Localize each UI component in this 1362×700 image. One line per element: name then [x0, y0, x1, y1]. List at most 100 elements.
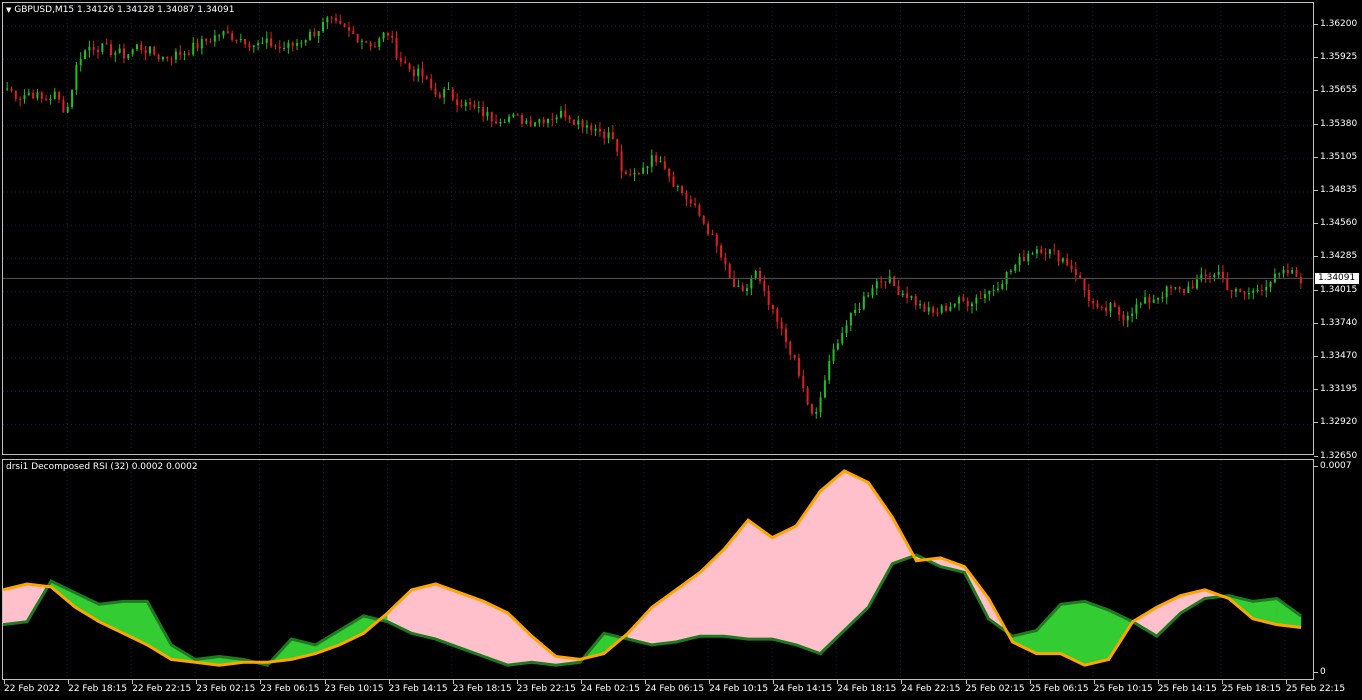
- candle-body: [495, 121, 498, 124]
- price-chart-pane[interactable]: [2, 2, 1314, 455]
- candle: [776, 307, 779, 329]
- candle-body: [53, 91, 56, 99]
- candle-body: [862, 296, 865, 309]
- candle: [313, 28, 316, 38]
- candle: [187, 50, 190, 57]
- candle-body: [910, 296, 913, 298]
- indicator-pane[interactable]: [2, 459, 1314, 680]
- candle: [261, 37, 264, 44]
- candle: [209, 38, 212, 44]
- fill-down-segment: [1036, 603, 1061, 654]
- candle-body: [815, 412, 818, 414]
- time-axis-tick: 24 Feb 18:15: [837, 680, 897, 694]
- candle-body: [356, 33, 359, 42]
- candle-body: [642, 168, 645, 174]
- candle: [616, 138, 619, 157]
- candle-body: [1239, 289, 1242, 293]
- candle-body: [1299, 276, 1302, 284]
- candle-body: [737, 285, 740, 287]
- candle-body: [733, 277, 736, 287]
- candle: [694, 197, 697, 208]
- price-scale-tick: 1.32920: [1313, 417, 1358, 428]
- candle: [823, 375, 826, 399]
- fill-up-segment: [820, 470, 845, 655]
- candle-body: [265, 38, 268, 43]
- candle-body: [975, 297, 978, 304]
- candle-body: [1152, 299, 1155, 303]
- time-axis-tick: 22 Feb 22:15: [132, 680, 192, 694]
- candle-body: [1014, 265, 1017, 271]
- candle: [347, 21, 350, 38]
- candle-body: [1105, 307, 1108, 312]
- candle-body: [174, 51, 177, 60]
- candle: [983, 289, 986, 304]
- candle: [1009, 269, 1012, 275]
- fill-up-segment: [844, 470, 869, 631]
- candle-body: [802, 375, 805, 389]
- candle-body: [291, 42, 294, 46]
- candle: [854, 303, 857, 316]
- candle-body: [559, 110, 562, 118]
- candle: [655, 151, 658, 166]
- candle: [309, 29, 312, 41]
- candle: [633, 168, 636, 182]
- candle: [681, 185, 684, 196]
- candle: [845, 320, 848, 338]
- candle-body: [127, 54, 130, 59]
- candle: [49, 94, 52, 105]
- candle: [1226, 272, 1229, 291]
- candle-body: [521, 115, 524, 124]
- candle: [659, 156, 662, 163]
- candle: [148, 45, 151, 56]
- candle: [542, 116, 545, 127]
- candle: [836, 339, 839, 351]
- triangle-down-icon[interactable]: ▼: [6, 6, 11, 14]
- candle-body: [425, 76, 428, 79]
- candle-body: [166, 57, 169, 59]
- candle: [144, 46, 147, 61]
- candle-body: [14, 90, 17, 99]
- candle: [425, 74, 428, 80]
- candle: [806, 385, 809, 406]
- candle: [953, 303, 956, 309]
- candle-body: [244, 38, 247, 45]
- fill-areas: [3, 470, 1302, 666]
- candle: [460, 99, 463, 108]
- candle-body: [1260, 290, 1263, 292]
- candle-body: [971, 303, 974, 307]
- candle: [456, 93, 459, 113]
- candle-body: [577, 120, 580, 125]
- candle: [283, 41, 286, 52]
- candle-body: [1092, 301, 1095, 304]
- candle-body: [1118, 307, 1121, 315]
- candle-body: [469, 102, 472, 105]
- candle-body: [867, 295, 870, 297]
- candle-body: [6, 88, 9, 90]
- candle: [711, 229, 714, 236]
- candle: [1269, 281, 1272, 293]
- candle-body: [603, 131, 606, 139]
- candle: [36, 89, 39, 101]
- candle-body: [412, 69, 415, 77]
- candle: [594, 124, 597, 136]
- candle-body: [771, 305, 774, 310]
- time-axis-tick: 23 Feb 22:15: [516, 680, 576, 694]
- candle: [880, 276, 883, 289]
- candle: [707, 220, 710, 237]
- candle: [161, 56, 164, 62]
- candle-body: [1226, 278, 1229, 290]
- candle-body: [153, 46, 156, 55]
- candle: [40, 90, 43, 103]
- candle-body: [58, 91, 61, 100]
- candle-body: [702, 215, 705, 224]
- candle: [45, 94, 48, 102]
- candle: [365, 40, 368, 43]
- candle-body: [1278, 273, 1281, 275]
- candle: [270, 31, 273, 48]
- candle-body: [1148, 297, 1151, 303]
- candle-body: [135, 44, 138, 50]
- fill-up-segment: [723, 519, 749, 640]
- candle: [174, 48, 177, 64]
- candle-body: [222, 31, 225, 36]
- candle: [430, 73, 433, 91]
